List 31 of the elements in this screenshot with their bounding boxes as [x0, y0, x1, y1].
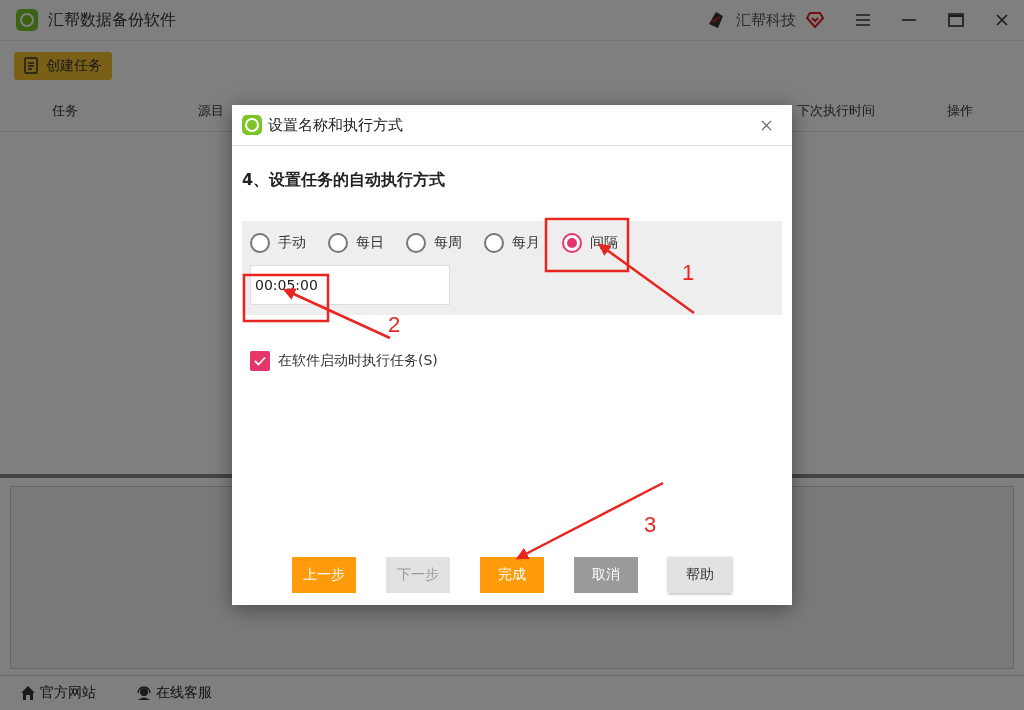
step-heading: 4、设置任务的自动执行方式: [242, 170, 447, 191]
brand-name: 汇帮科技: [736, 10, 796, 30]
schedule-radio[interactable]: 每月: [484, 233, 540, 253]
brand-logo-icon: [706, 10, 726, 30]
menu-icon[interactable]: [856, 14, 870, 26]
document-icon: [24, 57, 40, 75]
dialog-title: 设置名称和执行方式: [268, 115, 403, 135]
column-header: 任务: [52, 102, 78, 120]
maximize-icon[interactable]: [948, 13, 964, 27]
headset-icon: [136, 685, 152, 701]
column-header: 下次执行时间: [797, 102, 875, 120]
startup-checkbox[interactable]: 在软件启动时执行任务(S): [250, 351, 782, 371]
footer-link[interactable]: 在线客服: [136, 684, 212, 702]
interval-input[interactable]: 00:05:00: [250, 265, 450, 305]
annotation-number: 1: [682, 260, 695, 285]
window-title: 汇帮数据备份软件: [48, 9, 176, 31]
column-header: 源目: [198, 102, 224, 120]
dialog-button[interactable]: 帮助: [668, 557, 732, 593]
schedule-radio[interactable]: 每周: [406, 233, 462, 253]
annotation-number: 2: [388, 312, 401, 337]
home-icon: [20, 685, 36, 701]
diamond-heart-icon: [806, 12, 824, 28]
app-logo-icon: [242, 115, 262, 135]
schedule-radio[interactable]: 每日: [328, 233, 384, 253]
close-icon[interactable]: [761, 119, 772, 131]
annotation-number: 3: [644, 512, 657, 537]
close-icon[interactable]: [996, 14, 1008, 26]
app-logo-icon: [16, 9, 38, 31]
column-header: 操作: [947, 102, 973, 120]
footer-link[interactable]: 官方网站: [20, 684, 96, 702]
schedule-radio[interactable]: 手动: [250, 233, 306, 253]
